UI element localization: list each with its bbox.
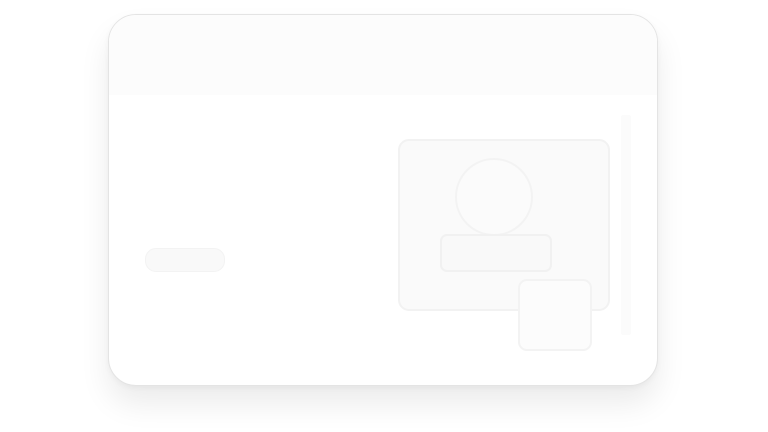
window-header [109,15,657,95]
screen [0,0,768,432]
hero-cta-button[interactable] [145,248,225,272]
hero-illustration [398,115,631,351]
app-window [108,14,658,386]
